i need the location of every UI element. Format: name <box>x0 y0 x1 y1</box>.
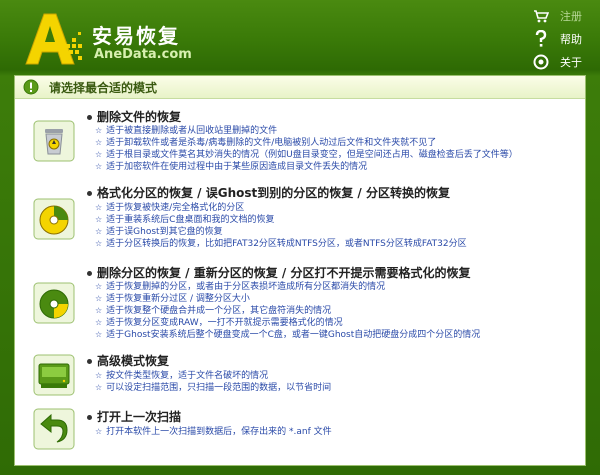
option-desc-line: ☆ 打开本软件上一次扫描到数据后，保存出来的 *.anf 文件 <box>95 427 332 437</box>
panel-title: 请选择最合适的模式 <box>49 80 158 95</box>
hard-drive-icon <box>33 354 75 396</box>
option-desc-line: ☆ 适于恢复重新分过区 / 调整分区大小 <box>95 294 250 304</box>
option-format-recovery[interactable]: 格式化分区的恢复 / 误Ghost到别的分区的恢复 / 分区转换的恢复 ☆ 适于恢… <box>15 182 587 258</box>
panel-header: 请选择最合适的模式 <box>15 76 585 99</box>
option-title: 格式化分区的恢复 / 误Ghost到别的分区的恢复 / 分区转换的恢复 <box>87 184 450 201</box>
option-desc-line: ☆ 适于加密软件在使用过程中由于某些原因造成目录文件丢失的情况 <box>95 162 368 172</box>
help-button[interactable]: 帮助 <box>532 29 582 49</box>
option-delete-recovery[interactable]: 删除文件的恢复 ☆ 适于被直接删除或者从回收站里删掉的文件 ☆ 适于卸载软件或者是杀… <box>15 104 587 178</box>
option-desc-line: ☆ 适于恢复分区变成RAW，一打不开就提示需要格式化的情况 <box>95 318 343 328</box>
partition-icon <box>33 282 75 324</box>
option-title: 删除分区的恢复 / 重新分区的恢复 / 分区打不开提示需要格式化的恢复 <box>87 264 470 281</box>
option-desc-line: ☆ 可以设定扫描范围，只扫描一段范围的数据，以节省时间 <box>95 383 332 393</box>
header: 安易恢复 AneData.com 注册 帮助 关于 <box>0 0 600 72</box>
option-desc-line: ☆ 适于恢复被快速/完全格式化的分区 <box>95 203 245 213</box>
cart-icon <box>532 7 550 25</box>
app-logo-icon <box>25 13 82 65</box>
app-domain: AneData.com <box>94 47 192 62</box>
register-button[interactable]: 注册 <box>532 6 582 26</box>
recycle-bin-icon <box>33 120 75 162</box>
option-title: 打开上一次扫描 <box>87 408 181 425</box>
option-advanced-recovery[interactable]: 高级模式恢复 ☆ 按文件类型恢复，适于文件名破坏的情况 ☆ 可以设定扫描范围，只扫描… <box>15 350 587 402</box>
option-open-last-scan[interactable]: 打开上一次扫描 ☆ 打开本软件上一次扫描到数据后，保存出来的 *.anf 文件 <box>15 406 587 458</box>
option-desc-line: ☆ 适于恢复删掉的分区，或者由于分区表损坏造成所有分区都消失的情况 <box>95 282 386 292</box>
option-title: 删除文件的恢复 <box>87 108 181 125</box>
back-arrow-icon <box>33 408 75 450</box>
about-label: 关于 <box>560 56 582 69</box>
question-icon <box>532 30 550 48</box>
app-title: 安易恢复 <box>92 24 180 48</box>
mode-panel: 请选择最合适的模式 删除文件的恢复 ☆ 适于被直接删除或者从回收站里删掉的文件 ☆… <box>14 75 586 466</box>
option-desc-line: ☆ 按文件类型恢复，适于文件名破坏的情况 <box>95 371 269 381</box>
option-title: 高级模式恢复 <box>87 352 169 369</box>
register-label: 注册 <box>560 10 582 23</box>
option-desc-line: ☆ 适于根目录或文件莫名其妙消失的情况（例如U盘目录变空，但是空间还占用、磁盘检查… <box>95 150 518 160</box>
info-icon <box>23 79 39 95</box>
app-window: 安易恢复 AneData.com 注册 帮助 关于 请选择最合适的模式 删除文件… <box>0 0 600 475</box>
option-desc-line: ☆ 适于分区转换后的恢复，比如把FAT32分区转成NTFS分区，或者NTFS分区转… <box>95 239 467 249</box>
option-desc-line: ☆ 适于被直接删除或者从回收站里删掉的文件 <box>95 126 278 136</box>
about-icon <box>532 53 550 71</box>
option-desc-line: ☆ 适于恢复整个硬盘合并成一个分区，其它盘符消失的情况 <box>95 306 332 316</box>
option-partition-recovery[interactable]: 删除分区的恢复 / 重新分区的恢复 / 分区打不开提示需要格式化的恢复 ☆ 适于恢… <box>15 262 587 346</box>
option-desc-line: ☆ 适于误Ghost到其它盘的恢复 <box>95 227 223 237</box>
help-label: 帮助 <box>560 33 582 46</box>
option-desc-line: ☆ 适于重装系统后C盘桌面和我的文档的恢复 <box>95 215 275 225</box>
about-button[interactable]: 关于 <box>532 52 582 72</box>
disk-format-icon <box>33 198 75 240</box>
option-desc-line: ☆ 适于卸载软件或者是杀毒/病毒删除的文件/电脑被别人动过后文件和文件夹就不见了 <box>95 138 437 148</box>
option-desc-line: ☆ 适于Ghost安装系统后整个硬盘变成一个C盘，或者一键Ghost自动把硬盘分成… <box>95 330 481 340</box>
